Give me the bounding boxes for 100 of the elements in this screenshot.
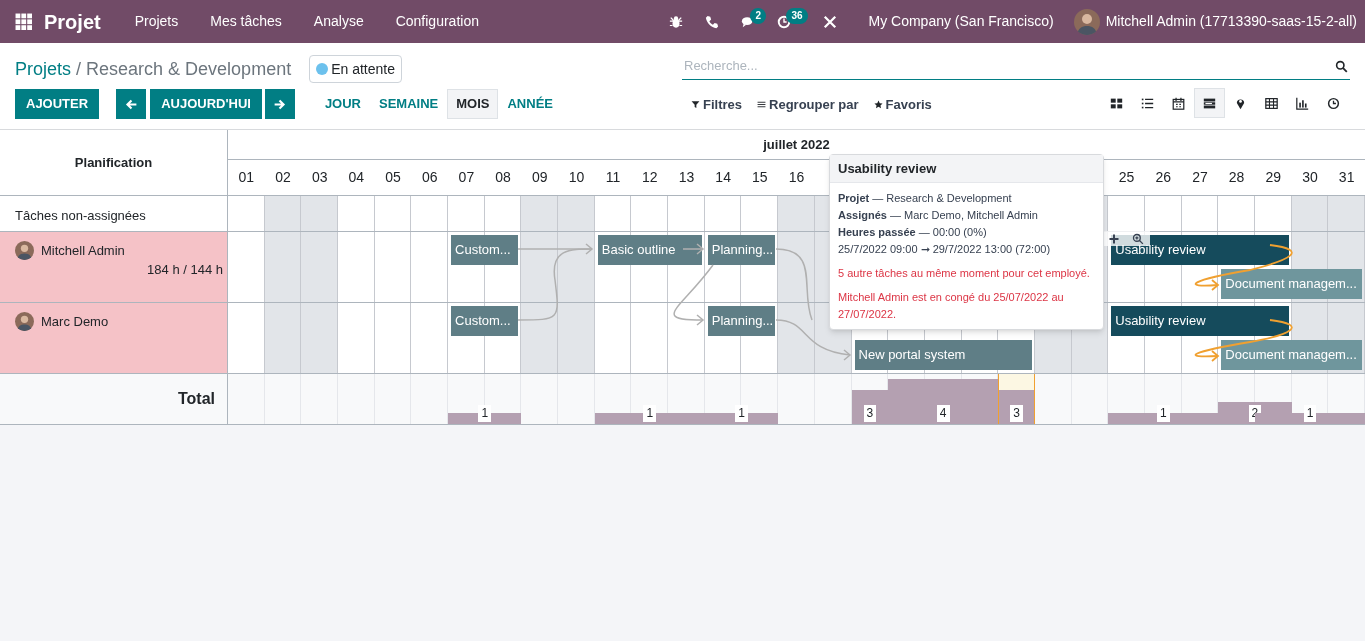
scale-tab[interactable]: JOUR (315, 89, 370, 119)
total-label: Total (177, 389, 215, 409)
day-header: 25 (1118, 168, 1135, 187)
apps-grid-icon (15, 13, 32, 30)
row-name: Marc Demo (41, 313, 109, 331)
day-header: 07 (458, 168, 475, 187)
day-header: 14 (715, 168, 731, 187)
day-header: 05 (385, 168, 401, 187)
task-pill[interactable]: Planning... (707, 306, 776, 336)
day-header: 06 (421, 168, 438, 187)
day-header: 27 (1192, 168, 1208, 187)
day-header: 15 (752, 168, 768, 187)
app-title[interactable]: Projet (44, 6, 101, 37)
day-header: 28 (1228, 168, 1245, 187)
weekend-cell (521, 232, 559, 302)
total-count: 1 (735, 405, 748, 422)
menu-item[interactable]: Mes tâches (194, 11, 298, 32)
bar-chart-icon (1296, 96, 1309, 110)
previous-button[interactable] (116, 89, 147, 119)
calendar-icon (1172, 96, 1185, 110)
search-field[interactable]: Recherche... (682, 56, 1335, 76)
total-count: 1 (1303, 405, 1317, 422)
scale-tab[interactable]: MOIS (447, 89, 499, 119)
weekend-cell (778, 232, 815, 302)
arrow-right-icon (273, 97, 287, 111)
weekend-cell (778, 303, 815, 373)
weekend-cell (558, 232, 595, 302)
breadcrumb-link[interactable]: Projets (15, 55, 72, 83)
task-pill[interactable]: Planning... (707, 235, 776, 265)
day-header: 03 (311, 168, 328, 187)
zoom-in-icon (1132, 232, 1144, 245)
activity-clock-icon[interactable] (777, 14, 792, 29)
task-pill[interactable]: Usability review (1111, 235, 1289, 265)
apps-menu-button[interactable] (15, 13, 32, 30)
search-icon[interactable] (1335, 59, 1348, 73)
user-avatar[interactable] (1073, 8, 1100, 35)
task-pill[interactable]: Custom... (451, 235, 519, 265)
popover-line: Assignés — Marc Demo, Mitchell Admin (838, 208, 1039, 223)
menu-item[interactable]: Analyse (297, 11, 380, 32)
popover-line: Heures passée — 00:00 (0%) (838, 225, 988, 240)
day-header: 11 (605, 168, 621, 187)
day-header: 08 (495, 168, 511, 187)
day-header: 31 (1338, 168, 1355, 187)
day-header: 02 (275, 168, 291, 187)
day-header: 10 (568, 168, 585, 187)
weekend-cell (264, 303, 302, 373)
popover-line: 25/7/2022 09:00 ➞ 29/7/2022 13:00 (72:00) (838, 242, 1052, 257)
total-count: 3 (863, 405, 877, 422)
scale-tab[interactable]: SEMAINE (370, 89, 448, 119)
weekend-cell (301, 232, 339, 302)
warning-text: 5 autre tâches au même moment pour cet employé. (838, 266, 1091, 281)
filter-menu-button[interactable]: Favoris (873, 95, 932, 115)
map-pin-icon (1234, 96, 1247, 110)
filter-menu-button[interactable]: Regrouper par (757, 95, 859, 115)
task-pill[interactable]: Usability review (1111, 306, 1289, 336)
user-menu[interactable]: Mitchell Admin (17713390-saas-15-2-all) (1105, 11, 1365, 32)
task-pill[interactable]: Custom... (451, 306, 519, 336)
day-header: 13 (678, 168, 695, 187)
filter-menu-button[interactable]: Filtres (691, 95, 742, 115)
weekend-cell (521, 303, 559, 373)
phone-icon[interactable] (705, 14, 720, 29)
task-pill[interactable]: Basic outline (597, 235, 702, 265)
status-button[interactable]: En attente (309, 55, 402, 83)
weekend-cell (558, 303, 595, 373)
today-button[interactable]: AUJOURD'HUI (150, 89, 262, 119)
plus-icon (1108, 232, 1120, 245)
add-button[interactable]: AJOUTER (15, 89, 100, 119)
gantt-icon (1203, 96, 1216, 110)
kanban-icon (1110, 96, 1123, 110)
month-header: juillet 2022 (763, 135, 830, 154)
day-header: 12 (642, 168, 658, 187)
day-header: 29 (1265, 168, 1282, 187)
tools-icon[interactable] (823, 14, 838, 29)
day-header: 26 (1155, 168, 1172, 187)
weekend-cell (264, 232, 302, 302)
arrow-left-icon (124, 97, 138, 111)
hours-ratio: 184 h / 144 h (147, 261, 223, 279)
warning-text: Mitchell Admin est en congé du 25/07/2022 au 27/07/2022. (838, 290, 1065, 322)
company-switcher[interactable]: My Company (San Francisco) (848, 11, 1074, 32)
count-badge: 36 (786, 8, 808, 24)
next-button[interactable] (264, 89, 295, 119)
popover-title: Usability review (838, 159, 937, 178)
day-header: 16 (788, 168, 805, 187)
menu-item[interactable]: Configuration (379, 11, 495, 32)
weekend-cell (301, 303, 339, 373)
table-icon (1265, 96, 1278, 110)
list-icon (1141, 96, 1154, 110)
task-pill[interactable]: New portal system (854, 340, 1032, 370)
total-count: 1 (643, 405, 657, 422)
day-header: 09 (531, 168, 548, 187)
row-name: Mitchell Admin (41, 242, 125, 260)
total-count: 1 (478, 405, 492, 422)
day-header: 04 (348, 168, 365, 187)
bug-icon[interactable] (669, 14, 684, 29)
total-count: 1 (1156, 405, 1170, 422)
column-header: Planification (74, 153, 153, 172)
view-switcher-button[interactable] (1194, 88, 1225, 118)
breadcrumb-separator: / (76, 57, 82, 81)
menu-item[interactable]: Projets (118, 11, 195, 32)
scale-tab[interactable]: ANNÉE (498, 89, 562, 119)
